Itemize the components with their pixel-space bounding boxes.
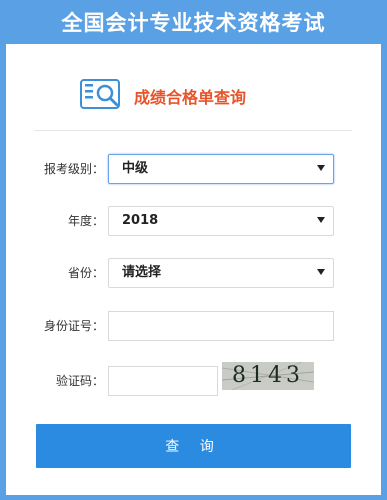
level-label: 报考级别： xyxy=(43,162,104,176)
level-row: 报考级别： 中级 xyxy=(6,154,381,184)
year-select[interactable]: 2018 xyxy=(108,206,334,236)
level-select-value: 中级 xyxy=(122,161,149,176)
query-card: 成绩合格单查询 报考级别： 中级 年度： 2018 省份： 请选择 身份证号： … xyxy=(6,44,381,495)
captcha-image[interactable]: 8143 xyxy=(222,362,314,390)
level-select[interactable]: 中级 xyxy=(108,154,334,184)
page: 全国会计专业技术资格考试 成绩合格单查询 报考级别： 中级 年度： 2018 省… xyxy=(0,0,387,500)
id-number-row: 身份证号： xyxy=(6,311,381,341)
province-row: 省份： 请选择 xyxy=(6,258,381,288)
captcha-text: 8143 xyxy=(232,363,304,388)
id-number-input[interactable] xyxy=(108,311,334,341)
year-select-value: 2018 xyxy=(122,213,159,228)
chevron-down-icon xyxy=(317,217,325,223)
year-label: 年度： xyxy=(67,214,104,228)
id-number-label: 身份证号： xyxy=(43,319,104,333)
page-header: 全国会计专业技术资格考试 xyxy=(0,0,387,44)
report-search-icon xyxy=(80,76,134,116)
card-heading: 成绩合格单查询 xyxy=(80,74,246,118)
province-select-value: 请选择 xyxy=(122,265,162,280)
province-label: 省份： xyxy=(67,266,104,280)
divider xyxy=(34,130,352,131)
card-title: 成绩合格单查询 xyxy=(134,88,247,107)
year-row: 年度： 2018 xyxy=(6,206,381,236)
captcha-row: 验证码： 8143 xyxy=(6,362,381,396)
captcha-label: 验证码： xyxy=(55,374,104,388)
page-title: 全国会计专业技术资格考试 xyxy=(61,11,326,35)
captcha-input[interactable] xyxy=(108,366,218,396)
chevron-down-icon xyxy=(317,269,325,275)
province-select[interactable]: 请选择 xyxy=(108,258,334,288)
query-button[interactable]: 查 询 xyxy=(36,424,351,468)
chevron-down-icon xyxy=(317,165,325,171)
